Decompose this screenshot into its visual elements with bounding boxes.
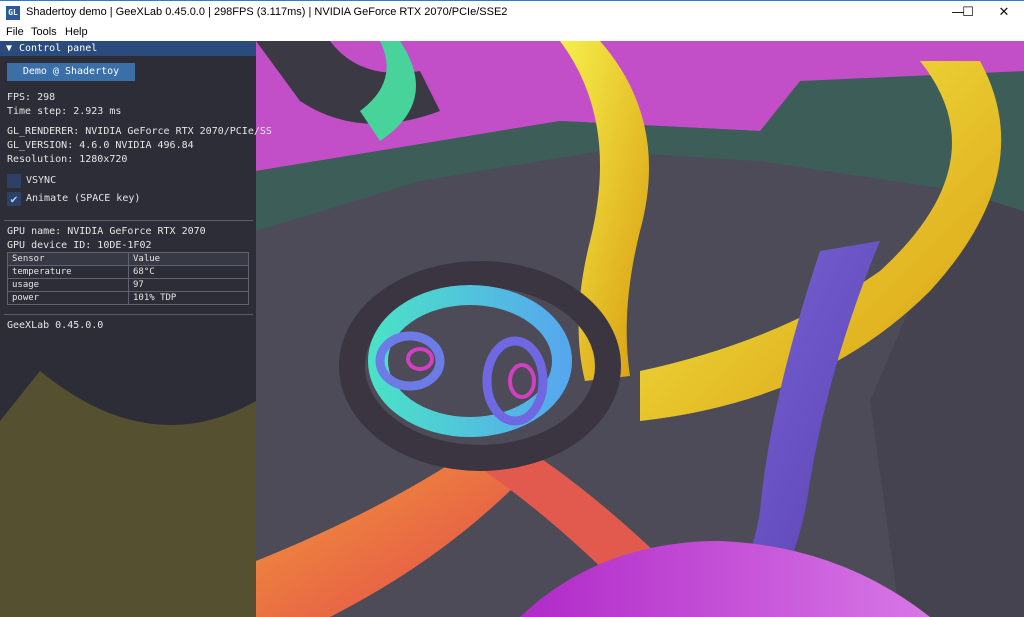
version-footer: GeeXLab 0.45.0.0 bbox=[7, 320, 104, 331]
menu-help[interactable]: Help bbox=[65, 26, 88, 38]
control-panel-header[interactable]: ▼ Control panel bbox=[0, 41, 256, 56]
fps-text: FPS: 298 bbox=[7, 92, 56, 103]
check-icon: ✔ bbox=[10, 192, 18, 206]
separator bbox=[4, 220, 253, 221]
gl-renderer-text: GL_RENDERER: NVIDIA GeForce RTX 2070/PCI… bbox=[7, 126, 272, 137]
animate-checkbox[interactable]: ✔ bbox=[7, 192, 21, 206]
sensor-table: Sensor Value temperature 68°C usage 97 p… bbox=[7, 252, 249, 305]
sensor-name-cell: power bbox=[7, 291, 129, 305]
table-row: usage 97 bbox=[7, 278, 249, 292]
title-bar: GL Shadertoy demo | GeeXLab 0.45.0.0 | 2… bbox=[0, 0, 1024, 24]
sensor-value-cell: 101% TDP bbox=[128, 291, 249, 305]
window-title: Shadertoy demo | GeeXLab 0.45.0.0 | 298F… bbox=[26, 6, 508, 18]
sensor-value-cell: 97 bbox=[128, 278, 249, 292]
menu-bar: File Tools Help bbox=[0, 24, 1024, 41]
gl-version-text: GL_VERSION: 4.6.0 NVIDIA 496.84 bbox=[7, 140, 194, 151]
sensor-name-cell: usage bbox=[7, 278, 129, 292]
resolution-text: Resolution: 1280x720 bbox=[7, 154, 128, 165]
vsync-label: VSYNC bbox=[26, 175, 57, 186]
column-header-sensor: Sensor bbox=[7, 252, 129, 266]
time-step-text: Time step: 2.923 ms bbox=[7, 106, 122, 117]
menu-file[interactable]: File bbox=[6, 26, 24, 38]
gpu-device-id-text: GPU device ID: 10DE-1F02 bbox=[7, 240, 152, 251]
table-row: power 101% TDP bbox=[7, 291, 249, 305]
vsync-checkbox[interactable] bbox=[7, 174, 21, 188]
table-row: temperature 68°C bbox=[7, 265, 249, 279]
menu-tools[interactable]: Tools bbox=[31, 26, 57, 38]
sensor-value-cell: 68°C bbox=[128, 265, 249, 279]
animate-label: Animate (SPACE key) bbox=[26, 193, 141, 204]
control-panel: ▼ Control panel Demo @ Shadertoy FPS: 29… bbox=[0, 41, 272, 617]
separator bbox=[4, 314, 253, 315]
app-icon: GL bbox=[6, 6, 20, 20]
column-header-value: Value bbox=[128, 252, 249, 266]
close-button[interactable]: ✕ bbox=[982, 1, 1024, 25]
collapse-arrow-icon[interactable]: ▼ bbox=[6, 41, 12, 56]
control-panel-title: Control panel bbox=[19, 43, 98, 54]
demo-shadertoy-button[interactable]: Demo @ Shadertoy bbox=[7, 63, 135, 81]
gpu-name-text: GPU name: NVIDIA GeForce RTX 2070 bbox=[7, 226, 206, 237]
sensor-name-cell: temperature bbox=[7, 265, 129, 279]
table-header-row: Sensor Value bbox=[7, 252, 249, 266]
